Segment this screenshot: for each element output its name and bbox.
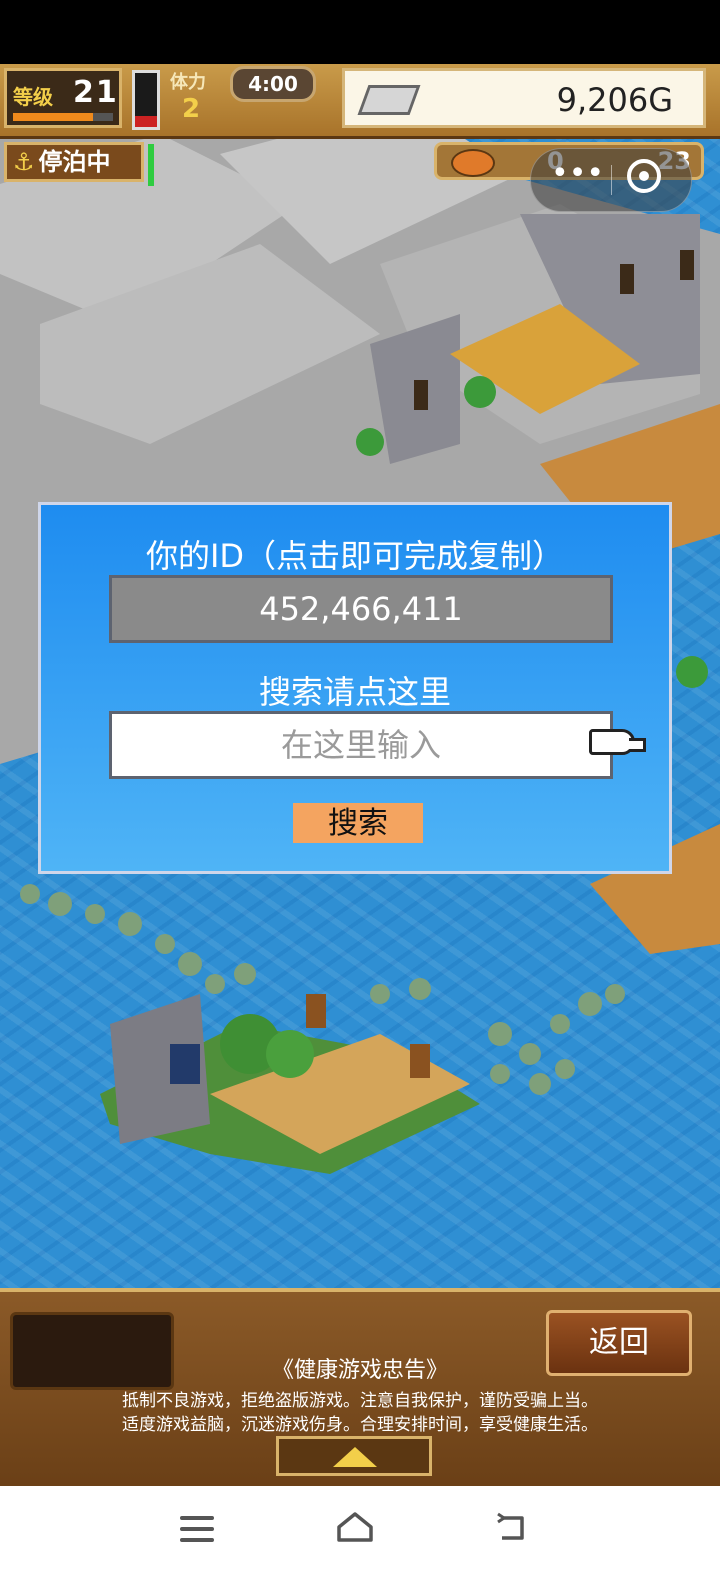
gold-panel[interactable]: 9,206G — [342, 68, 706, 128]
bottom-panel: 返回 《健康游戏忠告》 抵制不良游戏，拒绝盗版游戏。注意自我保护，谨防受骗上当。… — [0, 1288, 720, 1490]
fish-icon — [451, 149, 495, 177]
health-notice-line-2: 适度游戏益脑，沉迷游戏伤身。合理安排时间，享受健康生活。 — [122, 1415, 598, 1435]
search-input[interactable] — [109, 711, 613, 779]
search-hint: 搜索请点这里 — [258, 673, 451, 711]
miniprogram-capsule: ••• — [530, 148, 692, 212]
health-notice-title: 《健康游戏忠告》 — [271, 1358, 448, 1383]
hud-top-bar: 等级 21 体力 2 4:00 9,206G — [0, 64, 720, 139]
silver-ingot-icon — [357, 85, 421, 115]
pointing-hand-icon — [589, 729, 646, 755]
user-id-copy-box[interactable]: 452,466,411 — [109, 575, 613, 643]
level-progress-fill — [13, 113, 93, 121]
harbor-status-label: 停泊中 — [38, 148, 111, 176]
game-clock: 4:00 — [230, 66, 316, 102]
level-label: 等级 — [13, 85, 53, 109]
stamina-value: 2 — [182, 94, 201, 124]
harbor-status-badge[interactable]: ⚓ 停泊中 — [4, 142, 144, 182]
capsule-divider — [611, 165, 612, 195]
level-value: 21 — [73, 75, 119, 110]
stamina-label: 体力 — [170, 72, 206, 93]
stamina-fill — [135, 116, 157, 127]
anchor-icon: ⚓ — [13, 148, 35, 176]
health-notice-line-1: 抵制不良游戏，拒绝盗版游戏。注意自我保护，谨防受骗上当。 — [122, 1391, 598, 1411]
dialog-title: 你的ID（点击即可完成复制） — [145, 537, 565, 575]
back-icon[interactable] — [494, 1512, 528, 1542]
recent-apps-icon[interactable] — [180, 1516, 214, 1542]
status-bar — [0, 0, 720, 64]
home-icon[interactable] — [336, 1510, 374, 1544]
level-panel: 等级 21 — [4, 68, 122, 128]
expand-up-button[interactable] — [276, 1436, 432, 1476]
status-indicator — [148, 144, 154, 186]
search-button[interactable]: 搜索 — [293, 803, 423, 843]
more-dots-icon[interactable]: ••• — [551, 159, 604, 195]
id-search-dialog: 你的ID（点击即可完成复制） 452,466,411 搜索请点这里 搜索 — [38, 502, 672, 874]
gold-value: 9,206G — [556, 81, 673, 119]
stamina-gauge — [132, 70, 160, 130]
close-target-icon[interactable] — [627, 159, 661, 193]
level-progress-bar — [13, 113, 113, 121]
system-nav-bar — [0, 1486, 720, 1592]
